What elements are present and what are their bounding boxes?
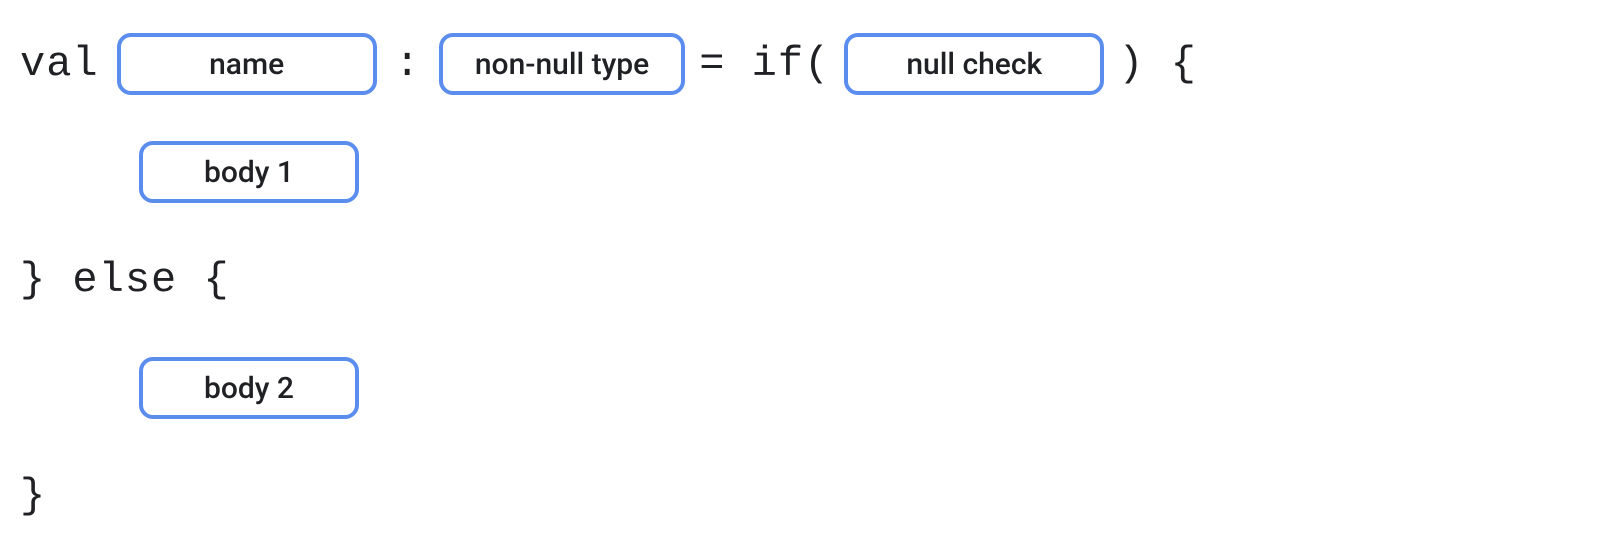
token-close-brace-else-open-brace: } else { — [20, 256, 230, 304]
syntax-line-4: body 2 — [20, 334, 1580, 442]
placeholder-body-2: body 2 — [139, 357, 359, 419]
placeholder-non-null-type: non-null type — [439, 33, 685, 95]
placeholder-null-check: null check — [844, 33, 1104, 95]
token-equals-if-open-paren: = if( — [699, 40, 830, 88]
token-close-paren-open-brace: ) { — [1118, 40, 1197, 88]
token-colon: : — [395, 40, 421, 88]
keyword-val: val — [20, 40, 99, 88]
syntax-line-3: } else { — [20, 226, 1580, 334]
placeholder-name: name — [117, 33, 377, 95]
syntax-line-5: } — [20, 442, 1580, 550]
placeholder-body-1: body 1 — [139, 141, 359, 203]
syntax-line-2: body 1 — [20, 118, 1580, 226]
syntax-line-1: val name : non-null type = if( null chec… — [20, 10, 1580, 118]
token-close-brace: } — [20, 472, 46, 520]
